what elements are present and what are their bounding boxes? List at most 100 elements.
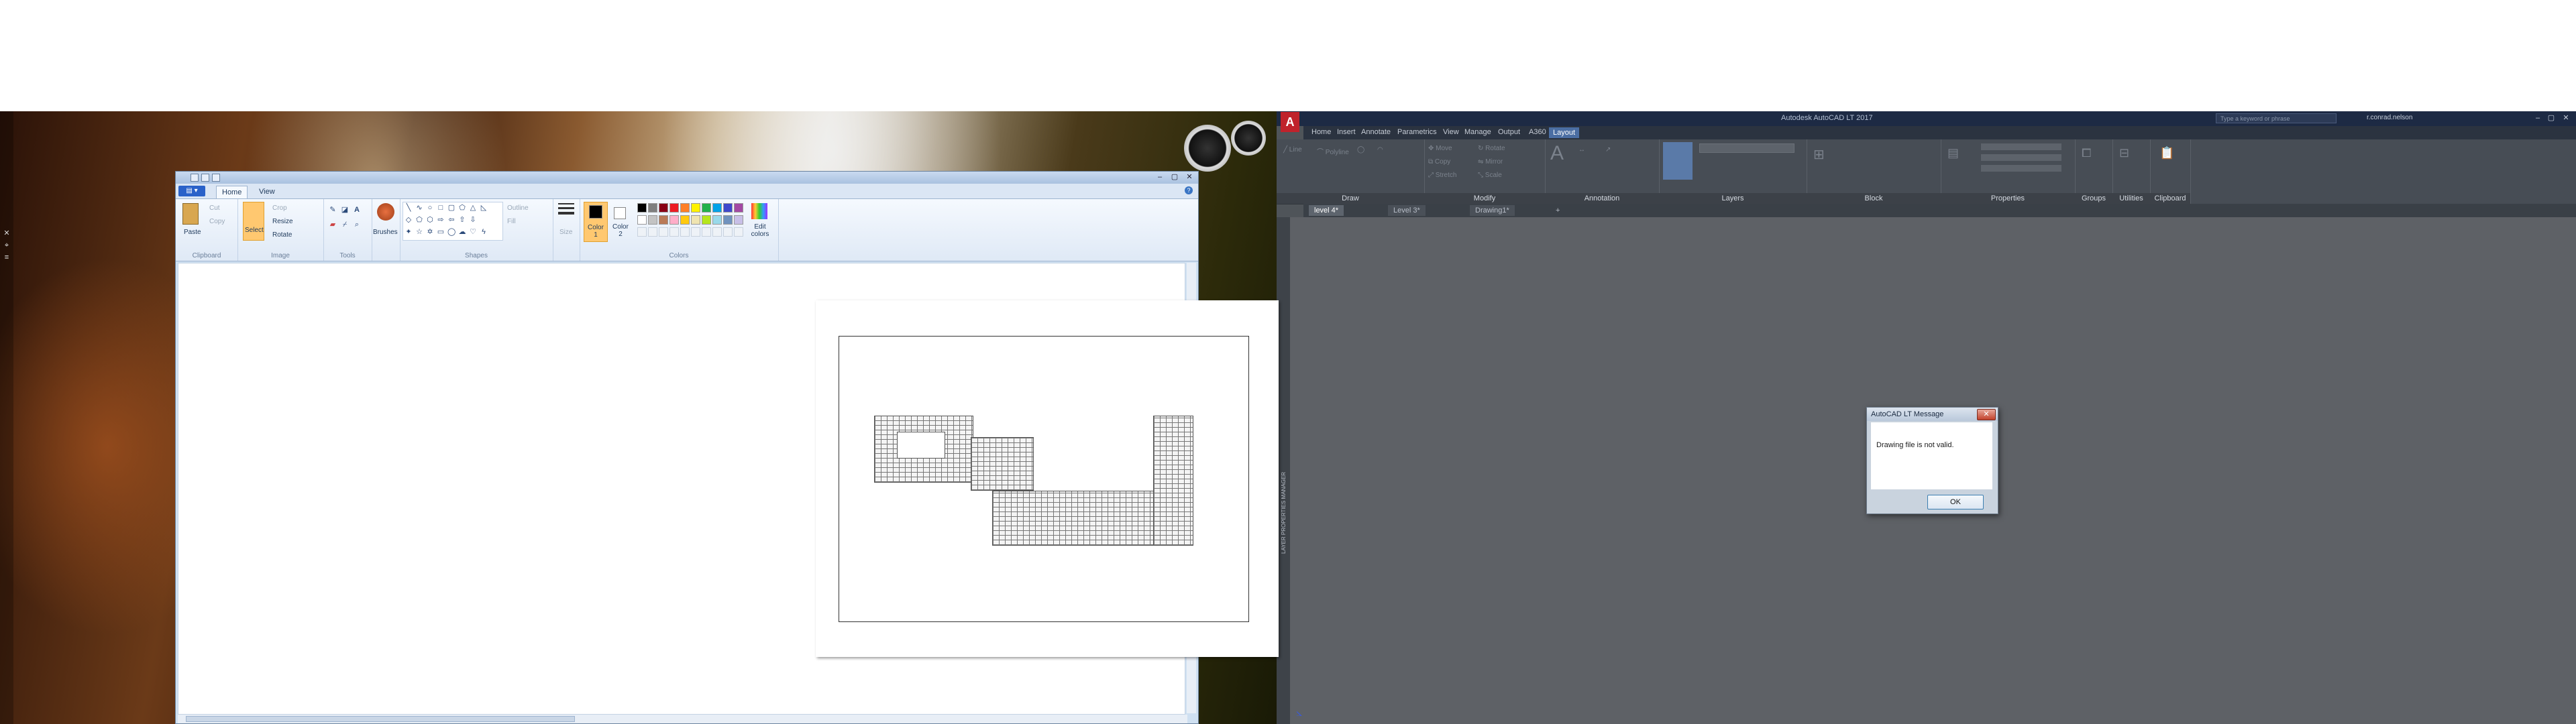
group-icon[interactable]: ⧠ [2082,146,2091,160]
move-tool-icon[interactable]: ✥ Move [1428,145,1452,152]
scale-tool-icon[interactable]: ⤡ Scale [1478,172,1502,179]
callout-shape-icon[interactable]: ▭ [437,228,445,236]
dialog-close-button[interactable]: ✕ [1977,409,1996,420]
select-button[interactable]: Select [243,202,264,241]
right-arrow-shape-icon[interactable]: ⇨ [437,216,445,224]
palette-swatch[interactable] [734,203,743,213]
tab-a360[interactable]: A360 [1529,128,1546,136]
application-menu-button[interactable]: A [1281,112,1299,132]
palette-swatch[interactable] [723,215,733,225]
doc-tab-drawing1[interactable]: Drawing1* [1470,205,1515,216]
lineweight-dropdown[interactable] [1981,154,2061,161]
outline-button[interactable]: Outline [507,204,529,212]
settings-icon[interactable]: ≡ [3,253,11,261]
save-icon[interactable] [191,174,199,182]
tab-view[interactable]: View [1443,128,1459,136]
palette-swatch[interactable] [680,203,690,213]
linetype-dropdown[interactable] [1981,165,2061,172]
down-arrow-shape-icon[interactable]: ⇩ [469,216,477,224]
curve-shape-icon[interactable]: ∿ [415,204,423,212]
search-input[interactable]: Type a keyword or phrase [2216,113,2337,123]
text-tool-icon[interactable]: A [1550,142,1564,165]
tab-insert[interactable]: Insert [1337,128,1356,136]
help-icon[interactable]: ? [1185,186,1193,194]
maximize-button[interactable]: ▢ [1167,172,1182,182]
magnifier-icon[interactable]: ⌕ [353,221,361,229]
custom-color-slot[interactable] [659,227,668,237]
cloud-callout-shape-icon[interactable]: ☁ [458,228,466,236]
crop-button[interactable]: Crop [272,204,287,212]
custom-color-slot[interactable] [712,227,722,237]
rotate-tool-icon[interactable]: ↻ Rotate [1478,145,1505,152]
ok-button[interactable]: OK [1927,495,1984,509]
undo-icon[interactable] [201,174,209,182]
stretch-tool-icon[interactable]: ⤢ Stretch [1428,172,1456,179]
fill-icon[interactable]: ◪ [341,206,349,214]
paste-icon[interactable] [182,203,199,225]
rounded-rectangle-shape-icon[interactable]: ▢ [447,204,455,212]
layer-palette-strip[interactable]: LAYER PROPERTIES MANAGER [1277,217,1290,724]
close-button[interactable]: ✕ [2559,113,2573,123]
edit-colors-button[interactable]: Edit colors [745,223,775,238]
polyline-tool-icon[interactable]: ⌒ Polyline [1317,146,1349,156]
polygon-shape-icon[interactable]: ⬠ [458,204,466,212]
pin-icon[interactable]: ⌖ [3,241,11,249]
tab-layout[interactable]: Layout [1549,127,1580,138]
paint-menu-button[interactable]: ▤ ▾ [178,186,205,196]
size-button[interactable]: Size [559,229,572,236]
paint-title-bar[interactable]: – ▢ ✕ [176,172,1198,184]
layer-properties-icon[interactable] [1663,142,1693,180]
palette-swatch[interactable] [734,215,743,225]
heart-shape-icon[interactable]: ♡ [469,228,477,236]
palette-swatch[interactable] [637,215,647,225]
edit-colors-icon[interactable] [751,203,767,219]
color2-button[interactable]: Color 2 [609,202,632,241]
oval-callout-shape-icon[interactable]: ◯ [447,228,455,236]
fill-button[interactable]: Fill [507,218,516,225]
horizontal-scrollbar[interactable] [178,715,1187,723]
tab-home[interactable]: Home [216,186,248,198]
minimize-button[interactable]: – [1152,172,1167,182]
layer-dropdown[interactable] [1699,143,1794,153]
line-shape-icon[interactable]: ╲ [405,204,413,212]
palette-swatch[interactable] [680,215,690,225]
groups-panel-label[interactable]: Groups [2075,193,2112,204]
color1-button[interactable]: Color 1 [584,202,608,242]
palette-swatch[interactable] [712,203,722,213]
pentagon-shape-icon[interactable]: ⬠ [415,216,423,224]
eraser-icon[interactable]: ▰ [329,221,337,229]
paste-button[interactable]: Paste [184,229,201,236]
custom-color-slot[interactable] [702,227,711,237]
annotation-panel-label[interactable]: Annotation [1545,193,1659,204]
diamond-shape-icon[interactable]: ◇ [405,216,413,224]
shapes-gallery[interactable]: ╲ ∿ ○ □ ▢ ⬠ △ ◺ ◇ ⬠ ⬡ ⇨ ⇦ ⇧ ⇩ ✦ ☆ ✡ ▭ ◯ [402,202,503,241]
five-point-star-shape-icon[interactable]: ☆ [415,228,423,236]
palette-swatch[interactable] [659,215,668,225]
match-properties-icon[interactable]: ▤ [1947,146,1959,160]
custom-color-slot[interactable] [723,227,733,237]
tab-parametrics[interactable]: Parametrics [1397,128,1437,136]
close-button[interactable]: ✕ [1182,172,1197,182]
pencil-icon[interactable]: ✎ [329,206,337,214]
line-tool-icon[interactable]: ╱ Line [1283,146,1302,154]
palette-swatch[interactable] [691,203,700,213]
properties-panel-label[interactable]: Properties [1941,193,2075,204]
autocad-title-bar[interactable]: Autodesk AutoCAD LT 2017 Type a keyword … [1277,111,2576,126]
leader-tool-icon[interactable]: ↗ [1605,146,1611,154]
user-account[interactable]: r.conrad.nelson [2367,114,2412,121]
custom-color-slot[interactable] [637,227,647,237]
tab-output[interactable]: Output [1498,128,1520,136]
horizontal-scroll-thumb[interactable] [186,716,575,722]
rectangle-shape-icon[interactable]: □ [437,204,445,212]
tab-annotate[interactable]: Annotate [1361,128,1391,136]
palette-swatch[interactable] [702,203,711,213]
palette-swatch[interactable] [669,203,679,213]
utilities-panel-label[interactable]: Utilities [2112,193,2150,204]
tab-home[interactable]: Home [1311,128,1331,136]
hexagon-shape-icon[interactable]: ⬡ [426,216,434,224]
doc-tab-level-3[interactable]: Level 3* [1388,205,1426,216]
dimension-tool-icon[interactable]: ↔ [1578,146,1585,154]
measure-icon[interactable]: ⊟ [2119,146,2129,160]
color-picker-icon[interactable]: ⌿ [341,221,349,229]
custom-color-slot[interactable] [669,227,679,237]
